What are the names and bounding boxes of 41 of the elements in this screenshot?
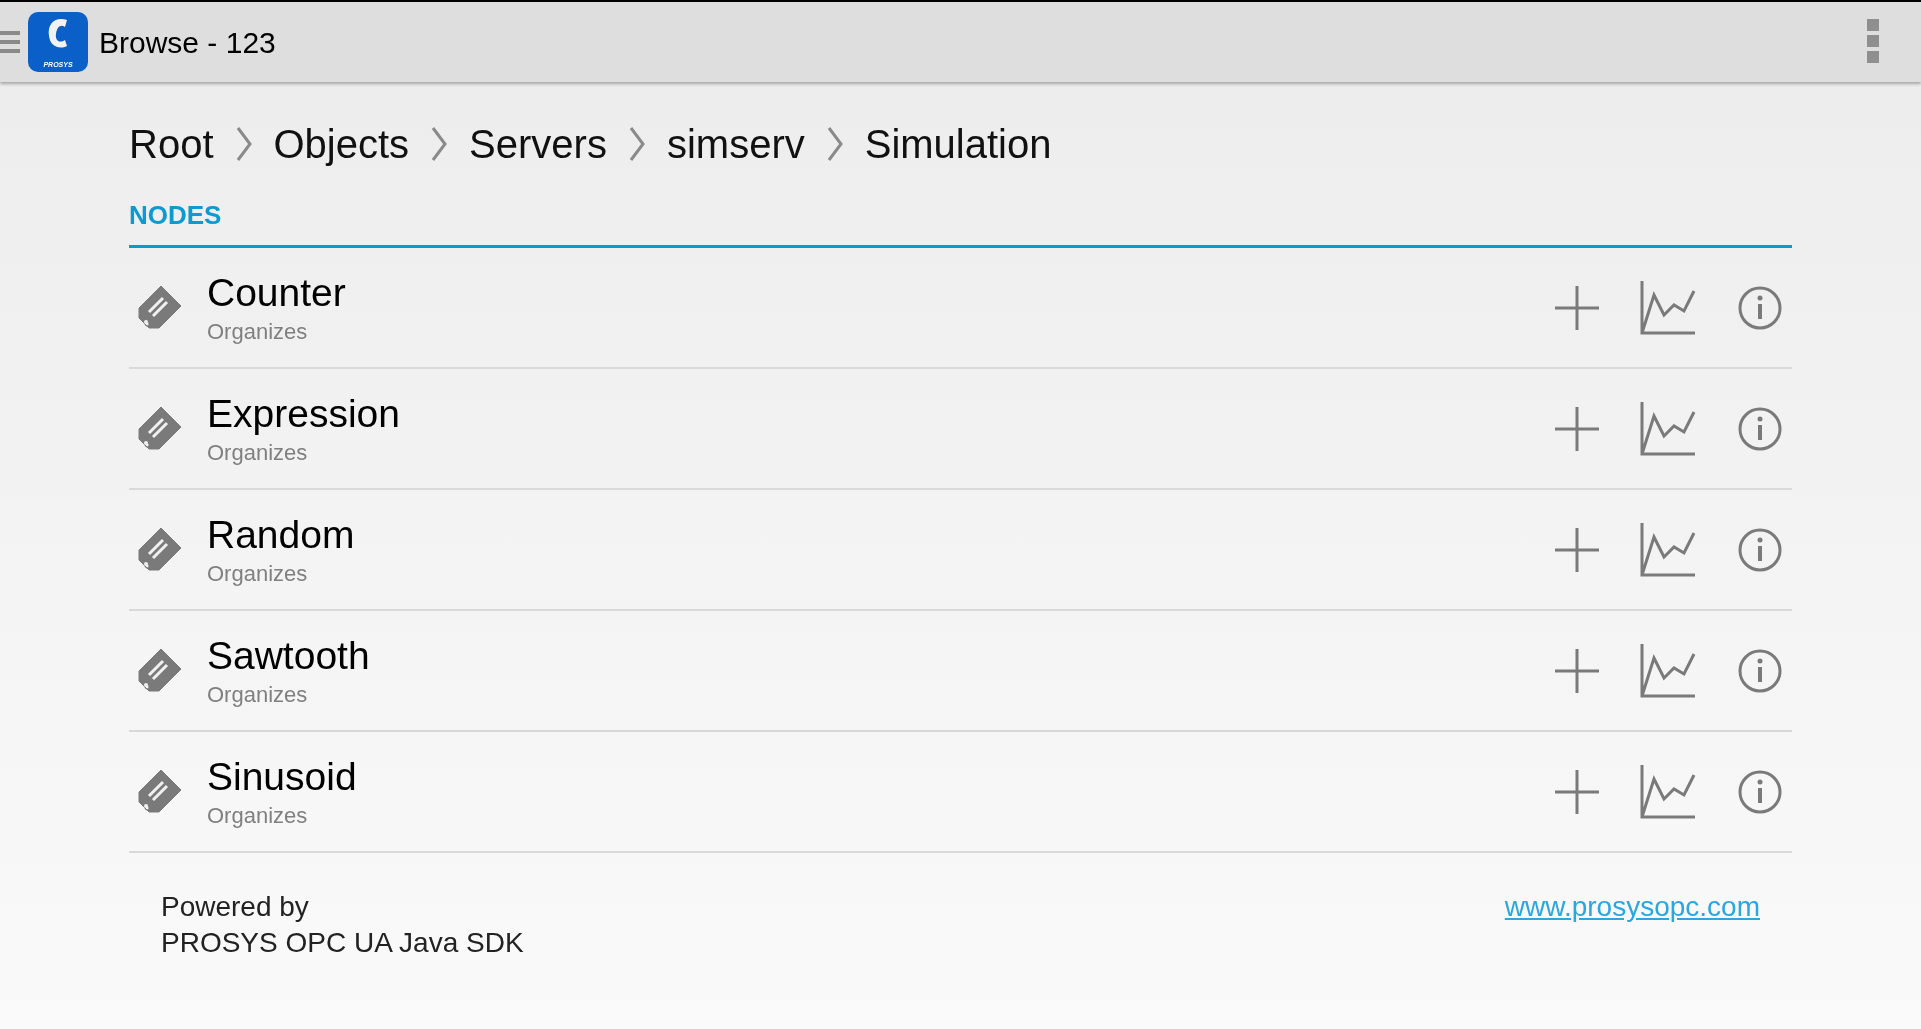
node-row[interactable]: Counter Organizes [129, 248, 1792, 369]
info-icon[interactable] [1738, 406, 1782, 451]
chart-icon[interactable] [1640, 764, 1696, 819]
node-name: Sinusoid [207, 754, 357, 801]
info-icon[interactable] [1738, 527, 1782, 572]
powered-by-text: Powered by [161, 890, 310, 924]
info-icon[interactable] [1738, 769, 1782, 814]
chart-icon[interactable] [1640, 643, 1696, 698]
powered-by-text: PROSYS OPC UA Java SDK [161, 926, 524, 960]
node-name: Counter [207, 270, 346, 317]
breadcrumb-item[interactable]: Servers [469, 114, 607, 174]
menu-icon[interactable] [0, 29, 22, 55]
breadcrumb-item[interactable]: Simulation [864, 114, 1052, 174]
overflow-menu-icon[interactable] [1867, 19, 1881, 65]
node-row[interactable]: Expression Organizes [129, 369, 1792, 490]
breadcrumb-item[interactable]: simserv [666, 114, 805, 174]
node-row[interactable]: Sinusoid Organizes [129, 732, 1792, 853]
reference-type: Organizes [207, 318, 309, 346]
tag-icon [137, 767, 183, 816]
chart-icon[interactable] [1640, 401, 1696, 456]
node-name: Random [207, 512, 355, 559]
chart-icon[interactable] [1640, 522, 1696, 577]
node-name: Sawtooth [207, 633, 370, 680]
info-icon[interactable] [1738, 285, 1782, 330]
info-icon[interactable] [1738, 648, 1782, 693]
node-row[interactable]: Random Organizes [129, 490, 1792, 611]
reference-type: Organizes [207, 681, 309, 709]
reference-type: Organizes [207, 802, 309, 830]
node-name: Expression [207, 391, 400, 438]
reference-type: Organizes [207, 560, 309, 588]
node-row[interactable]: Sawtooth Organizes [129, 611, 1792, 732]
breadcrumb-item[interactable]: Objects [273, 114, 410, 174]
tag-icon [137, 283, 183, 332]
tag-icon [137, 525, 183, 574]
tag-icon [137, 404, 183, 453]
reference-type: Organizes [207, 439, 309, 467]
tag-icon [137, 646, 183, 695]
chart-icon[interactable] [1640, 280, 1696, 335]
section-header: NODES [129, 196, 1792, 248]
breadcrumb-item[interactable]: Root [129, 114, 214, 174]
window-title: Browse - 123 [99, 24, 276, 61]
